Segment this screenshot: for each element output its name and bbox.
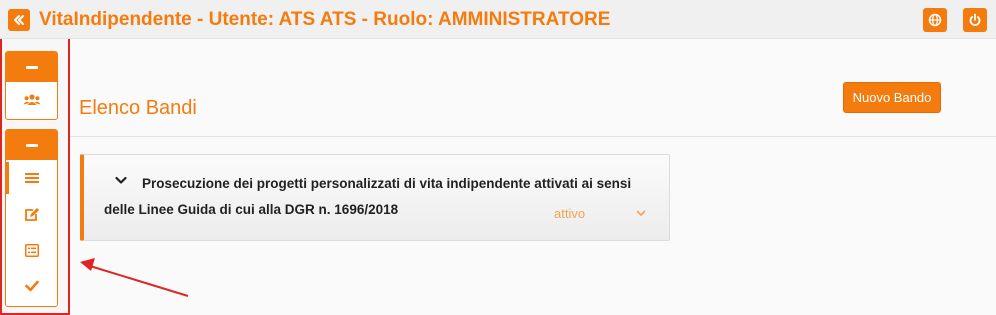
sidebar-group-toggle[interactable] xyxy=(6,130,57,160)
list-icon xyxy=(24,173,39,183)
chevron-down-icon[interactable] xyxy=(636,210,646,217)
edit-icon xyxy=(24,207,39,221)
sidebar-item-edit[interactable] xyxy=(6,196,57,232)
sidebar-item-check[interactable] xyxy=(6,268,57,304)
app-title: VitaIndipendente - Utente: ATS ATS - Ruo… xyxy=(39,9,611,30)
sidebar-group-toggle[interactable] xyxy=(6,52,57,82)
top-header: VitaIndipendente - Utente: ATS ATS - Ruo… xyxy=(0,0,996,39)
sidebar-item-list[interactable] xyxy=(6,160,57,196)
sidebar-item-users[interactable] xyxy=(6,82,57,118)
logout-button[interactable] xyxy=(963,8,987,32)
collapse-button[interactable] xyxy=(8,9,30,31)
minus-icon xyxy=(25,65,38,69)
page-title: Elenco Bandi xyxy=(79,97,197,119)
minus-icon xyxy=(25,143,38,147)
sidebar-item-list-alt[interactable] xyxy=(6,232,57,268)
list-alt-icon xyxy=(24,243,39,257)
new-bando-button[interactable]: Nuovo Bando xyxy=(843,82,941,113)
globe-icon xyxy=(928,13,942,27)
bando-card[interactable]: Prosecuzione dei progetti personalizzati… xyxy=(80,154,670,241)
sidebar-group-2 xyxy=(5,129,58,307)
double-chevron-left-icon xyxy=(14,15,24,25)
power-icon xyxy=(969,13,981,26)
main-content: Elenco Bandi Nuovo Bando Prosecuzione de… xyxy=(70,39,996,315)
status-badge: attivo xyxy=(554,206,586,221)
check-icon xyxy=(24,280,39,292)
sidebar xyxy=(0,39,70,315)
divider xyxy=(70,136,996,137)
language-button[interactable] xyxy=(923,8,947,32)
sidebar-group-1 xyxy=(5,51,58,120)
users-icon xyxy=(22,94,41,105)
